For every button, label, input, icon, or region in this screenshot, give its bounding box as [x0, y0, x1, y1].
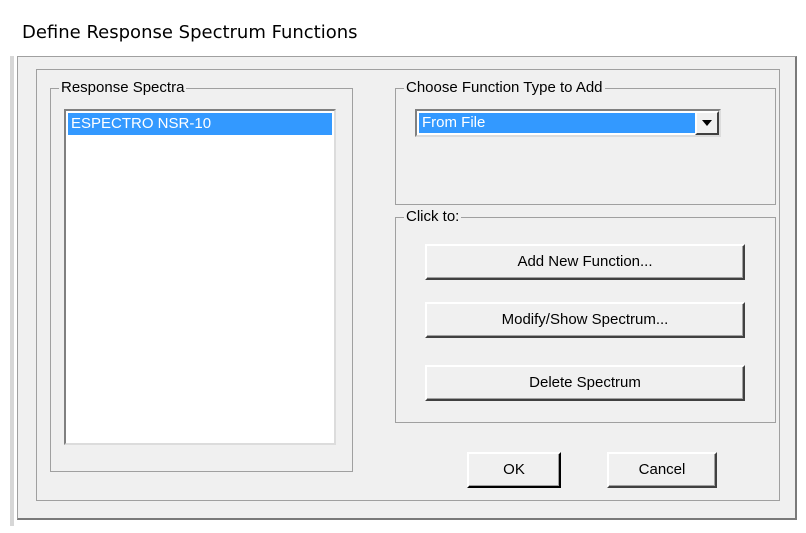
list-item[interactable]: ESPECTRO NSR-10	[68, 113, 332, 135]
dialog-body: Response Spectra ESPECTRO NSR-10 Choose …	[17, 56, 797, 520]
response-spectra-legend: Response Spectra	[59, 78, 187, 98]
function-type-select[interactable]: From File	[415, 109, 721, 137]
chevron-down-icon	[702, 120, 712, 126]
click-to-group: Click to: Add New Function... Modify/Sho…	[395, 207, 776, 423]
click-to-legend: Click to:	[404, 207, 462, 227]
dropdown-button[interactable]	[695, 111, 719, 135]
window-title: Define Response Spectrum Functions	[22, 22, 358, 43]
ok-button[interactable]: OK	[467, 452, 561, 488]
title-bar: Define Response Spectrum Functions	[0, 0, 806, 56]
window-edge	[10, 56, 14, 526]
function-type-selected-value: From File	[419, 113, 695, 133]
modify-show-spectrum-button[interactable]: Modify/Show Spectrum...	[425, 302, 745, 338]
response-spectra-listbox[interactable]: ESPECTRO NSR-10	[64, 109, 336, 445]
function-type-legend: Choose Function Type to Add	[404, 78, 605, 98]
add-new-function-button[interactable]: Add New Function...	[425, 244, 745, 280]
delete-spectrum-button[interactable]: Delete Spectrum	[425, 365, 745, 401]
cancel-button[interactable]: Cancel	[607, 452, 717, 488]
response-spectra-group: Response Spectra ESPECTRO NSR-10	[50, 78, 353, 472]
function-type-group: Choose Function Type to Add From File	[395, 78, 776, 205]
dialog-inner-frame: Response Spectra ESPECTRO NSR-10 Choose …	[36, 69, 780, 501]
